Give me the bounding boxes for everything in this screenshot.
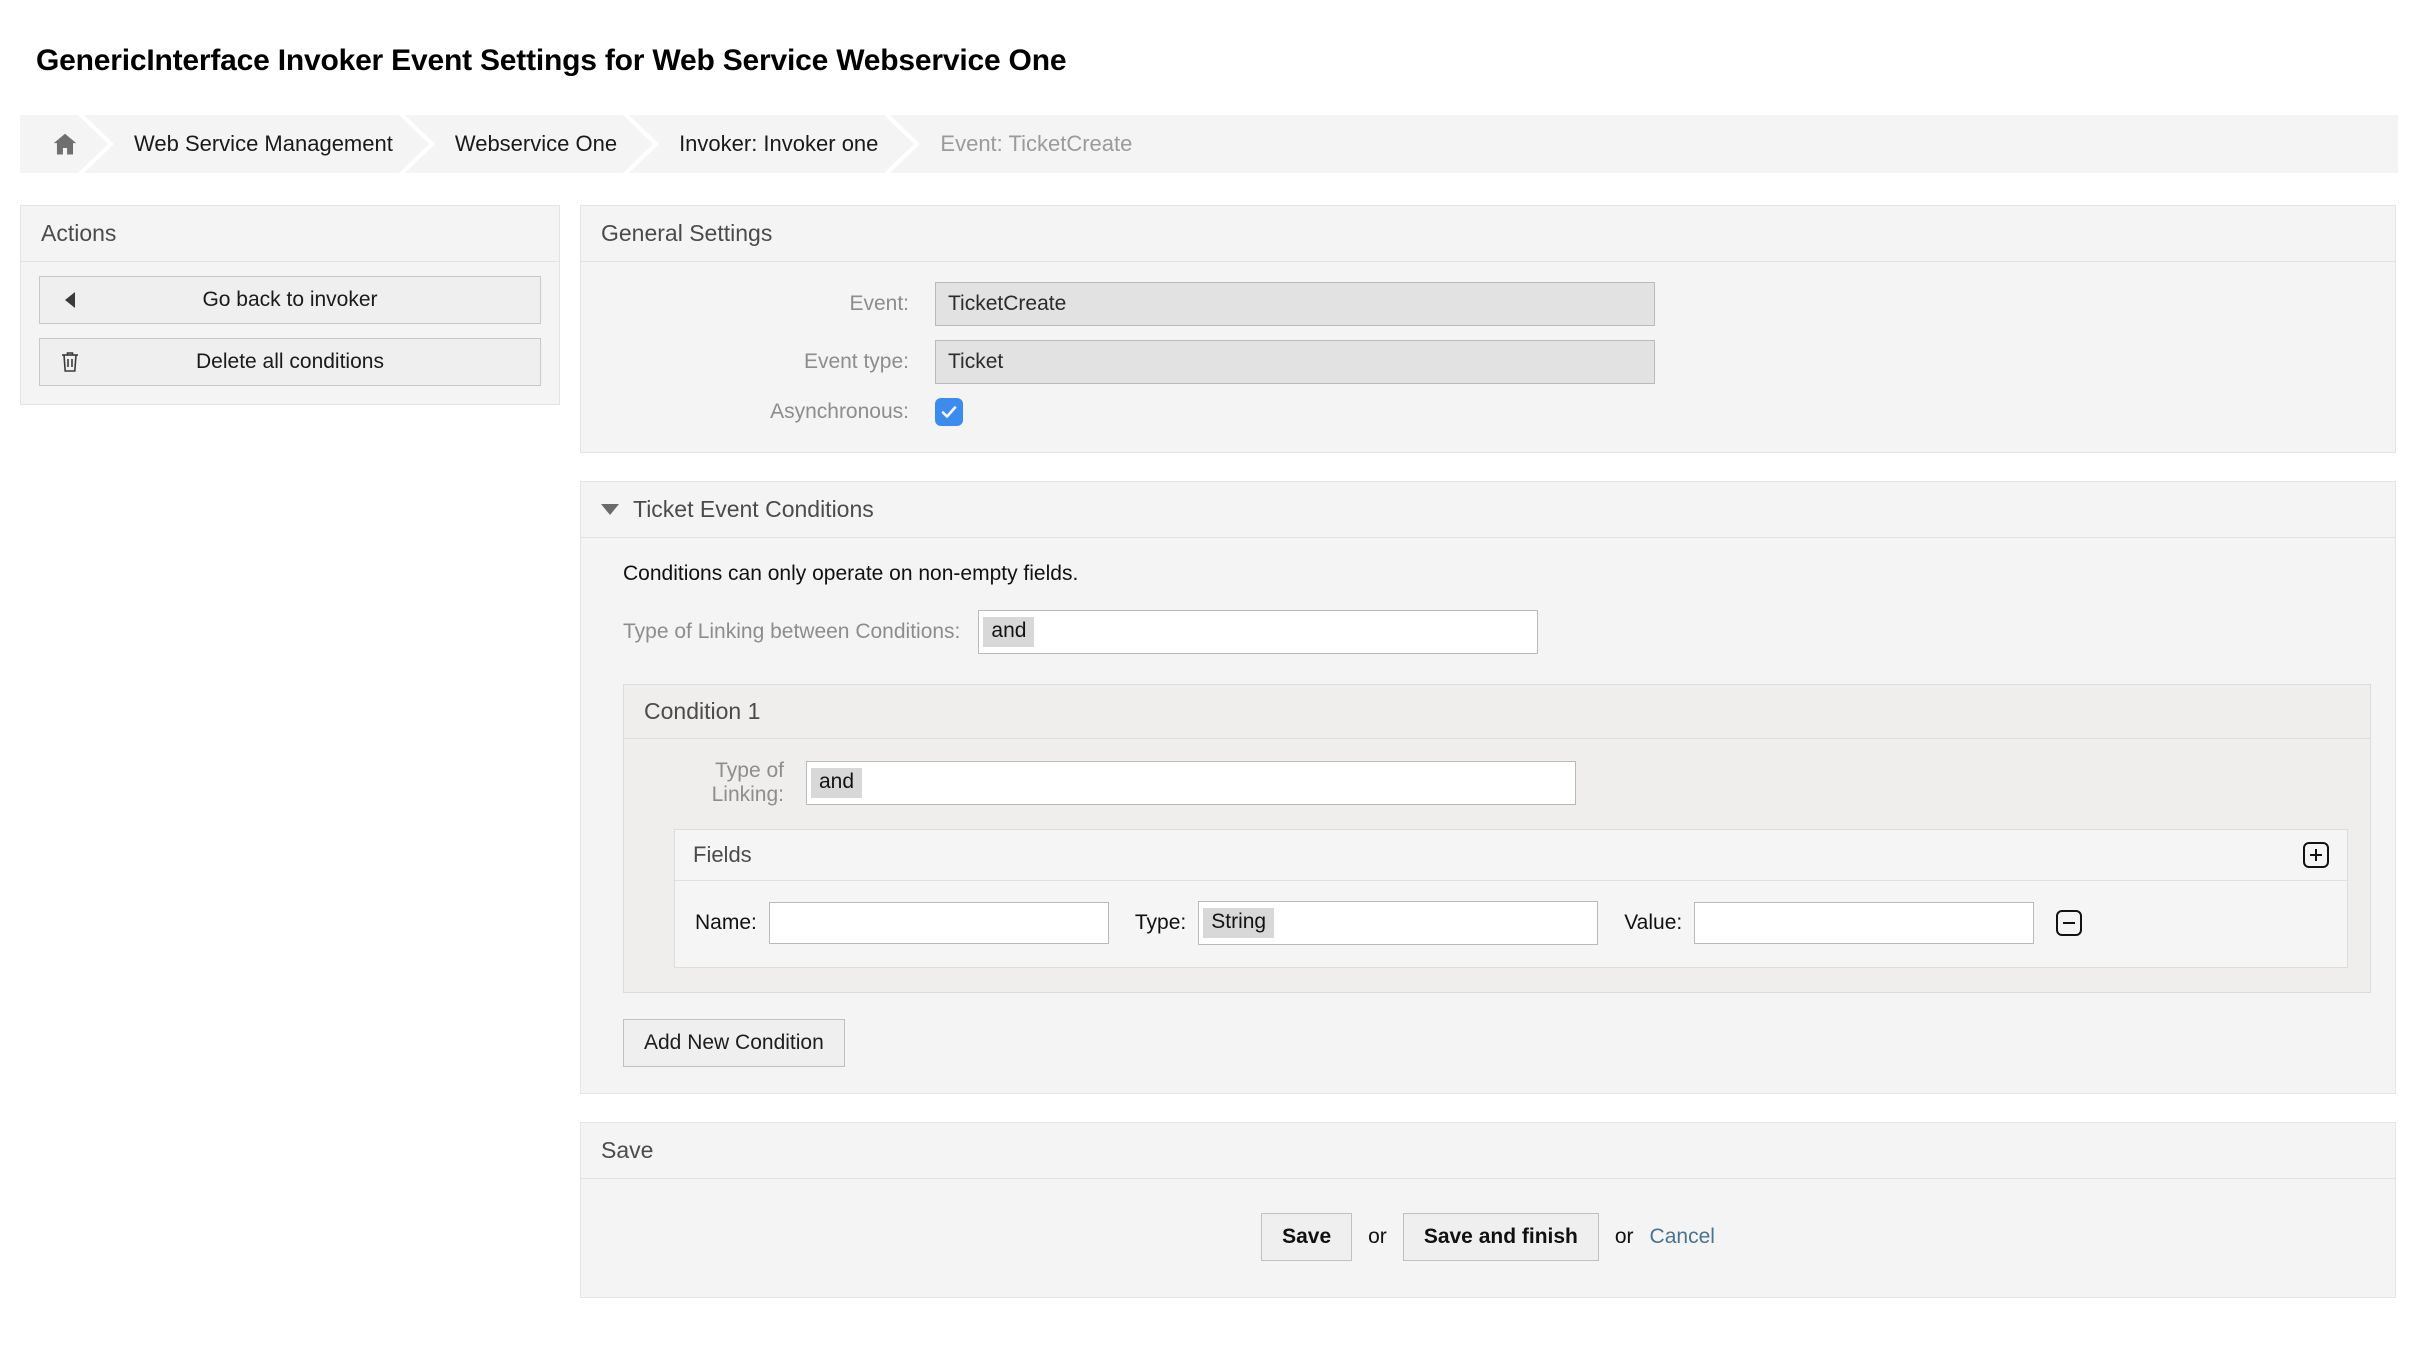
cancel-link[interactable]: Cancel (1650, 1225, 1715, 1249)
breadcrumb-item-label: Invoker: Invoker one (679, 131, 879, 156)
asynchronous-label: Asynchronous: (770, 400, 909, 423)
caret-left-icon (56, 277, 84, 323)
general-settings-widget: General Settings Event: TicketCreate Eve… (580, 205, 2396, 453)
field-value-label: Value: (1624, 911, 1683, 934)
breadcrumb-item-label: Event: TicketCreate (940, 131, 1133, 156)
breadcrumb-item-event: Event: TicketCreate (906, 115, 1161, 173)
ticket-event-conditions-title: Ticket Event Conditions (633, 496, 874, 522)
condition-linking-row: Type of Linking: and (646, 759, 2348, 807)
home-icon (50, 130, 80, 158)
field-name-input[interactable] (768, 902, 1109, 944)
breadcrumb: Web Service Management Webservice One In… (20, 115, 2398, 173)
save-button[interactable]: Save (1261, 1213, 1353, 1261)
general-settings-header: General Settings (581, 206, 2395, 262)
save-widget: Save Save or Save and finish or Cancel (580, 1122, 2396, 1298)
actions-list: Go back to invoker Delete all conditions (21, 262, 559, 404)
save-header: Save (581, 1123, 2395, 1179)
condition-panel: Condition 1 Type of Linking: and Fields (623, 684, 2371, 993)
ticket-event-conditions-body: Conditions can only operate on non-empty… (581, 538, 2395, 1093)
actions-title: Actions (21, 206, 559, 262)
breadcrumb-item-invoker[interactable]: Invoker: Invoker one (645, 115, 921, 173)
event-label: Event: (849, 292, 909, 315)
event-value: TicketCreate (948, 292, 1067, 315)
fields-header: Fields (675, 830, 2347, 881)
ticket-event-conditions-widget: Ticket Event Conditions Conditions can o… (580, 481, 2396, 1094)
minus-square-icon[interactable] (2056, 910, 2083, 936)
add-new-condition-button[interactable]: Add New Condition (623, 1019, 845, 1067)
field-type-value: String (1203, 908, 1275, 938)
triangle-down-icon (601, 504, 619, 515)
field-type-label: Type: (1134, 911, 1187, 934)
breadcrumb-item-webservice-one[interactable]: Webservice One (420, 115, 660, 173)
save-and-finish-button[interactable]: Save and finish (1402, 1213, 1599, 1261)
linking-between-conditions-select[interactable]: and (978, 610, 1539, 654)
asynchronous-row: Asynchronous: (605, 398, 2371, 426)
general-settings-title: General Settings (601, 220, 773, 246)
delete-all-conditions-label: Delete all conditions (196, 350, 384, 373)
actions-sidebar: Actions Go back to invoker Delete all co… (20, 205, 560, 405)
breadcrumb-home[interactable] (20, 115, 114, 173)
event-type-value: Ticket (948, 350, 1004, 373)
app-page: GenericInterface Invoker Event Settings … (0, 0, 2418, 1348)
general-settings-body: Event: TicketCreate Event type: Ticket A… (581, 262, 2395, 452)
save-body: Save or Save and finish or Cancel (581, 1179, 2395, 1297)
condition-title: Condition 1 (624, 685, 2370, 739)
fields-title: Fields (693, 842, 752, 867)
fields-row: Name: Type: String Value: (675, 881, 2347, 967)
breadcrumb-item-label: Web Service Management (134, 131, 393, 156)
condition-body: Type of Linking: and Fields Name: Type: … (624, 739, 2370, 992)
event-field: TicketCreate (935, 282, 1655, 326)
event-type-field: Ticket (935, 340, 1655, 384)
go-back-to-invoker-button[interactable]: Go back to invoker (39, 276, 541, 324)
ticket-event-conditions-header[interactable]: Ticket Event Conditions (581, 482, 2395, 538)
conditions-note: Conditions can only operate on non-empty… (623, 562, 1079, 585)
asynchronous-checkbox[interactable] (935, 398, 963, 426)
breadcrumb-item-web-service-management[interactable]: Web Service Management (100, 115, 435, 173)
event-type-label: Event type: (803, 350, 909, 373)
condition-linking-label: Type of Linking: (711, 759, 784, 806)
condition-linking-select[interactable]: and (806, 761, 1576, 805)
field-type-select[interactable]: String (1198, 901, 1599, 945)
linking-between-conditions-row: Type of Linking between Conditions: and (623, 610, 2371, 654)
or-text-2: or (1614, 1225, 1634, 1248)
save-title: Save (601, 1137, 654, 1163)
field-name-label: Name: (695, 911, 757, 934)
delete-all-conditions-button[interactable]: Delete all conditions (39, 338, 541, 386)
field-value-input[interactable] (1694, 902, 2035, 944)
event-type-row: Event type: Ticket (605, 340, 2371, 384)
plus-square-icon[interactable] (2303, 842, 2329, 868)
condition-linking-value: and (811, 768, 863, 798)
trash-icon (56, 339, 84, 385)
go-back-to-invoker-label: Go back to invoker (202, 288, 378, 311)
event-row: Event: TicketCreate (605, 282, 2371, 326)
breadcrumb-item-label: Webservice One (454, 131, 618, 156)
or-text: or (1368, 1225, 1387, 1248)
main-content: General Settings Event: TicketCreate Eve… (580, 205, 2396, 1326)
fields-panel: Fields Name: Type: String Value: (674, 829, 2348, 968)
page-title: GenericInterface Invoker Event Settings … (36, 44, 1067, 77)
linking-between-conditions-value: and (983, 617, 1035, 647)
linking-between-conditions-label: Type of Linking between Conditions: (623, 620, 961, 643)
